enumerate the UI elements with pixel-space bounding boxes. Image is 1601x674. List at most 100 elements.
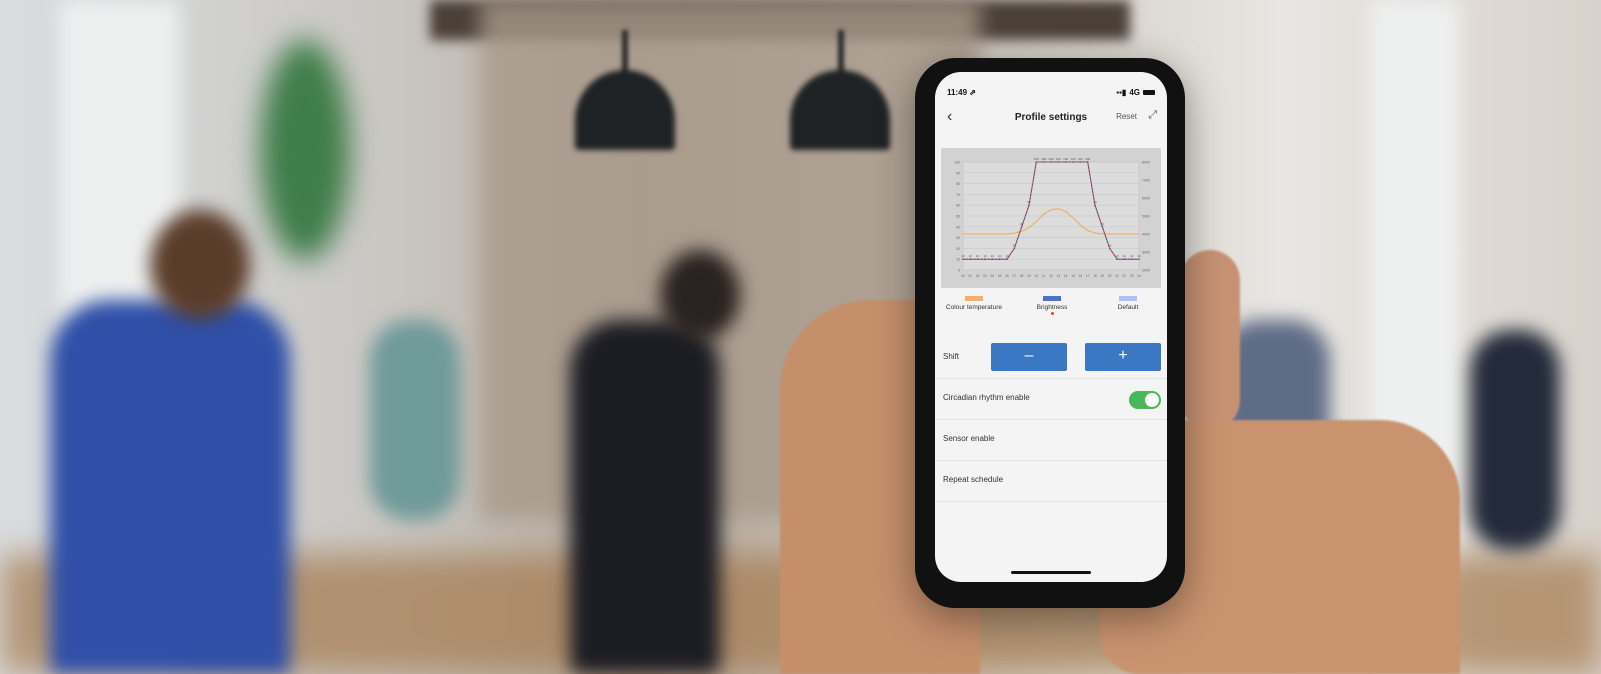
y-tick-label: 30 bbox=[956, 236, 960, 240]
x-tick-label: 07 bbox=[1013, 274, 1017, 278]
person-background bbox=[1470, 330, 1560, 550]
x-tick-label: 23 bbox=[1130, 274, 1134, 278]
x-tick-label: 18 bbox=[1093, 274, 1097, 278]
x-tick-label: 06 bbox=[1005, 274, 1009, 278]
x-tick-label: 21 bbox=[1115, 274, 1119, 278]
y-tick-label: 100 bbox=[954, 161, 960, 165]
x-tick-label: 01 bbox=[969, 274, 973, 278]
x-tick-label: 16 bbox=[1079, 274, 1083, 278]
data-label: 100 bbox=[1063, 157, 1068, 161]
x-tick-label: 13 bbox=[1057, 274, 1061, 278]
legend-label: Colour temperature bbox=[946, 304, 1002, 311]
status-bar: 11:49 ⇗ ▪▪▮ 4G bbox=[935, 72, 1167, 102]
profile-chart[interactable]: 0 10 20 30 40 50 60 70 80 90 100 2000 3000 4000 5000 60… bbox=[941, 148, 1161, 288]
x-tick-label: 19 bbox=[1101, 274, 1105, 278]
expand-icon[interactable]: ⤢ bbox=[1148, 109, 1157, 122]
finger bbox=[1180, 250, 1240, 430]
person-head bbox=[660, 250, 740, 340]
x-tick-label: 00 bbox=[961, 274, 965, 278]
data-label: 10 bbox=[1130, 254, 1134, 258]
data-label: 60 bbox=[1093, 200, 1097, 204]
x-tick-label: 02 bbox=[976, 274, 980, 278]
legend-label: Brightness bbox=[1036, 304, 1068, 311]
person-teal bbox=[370, 320, 460, 520]
data-label: 100 bbox=[1048, 157, 1053, 161]
legend-swatch bbox=[965, 296, 983, 301]
chart-legend: Colour temperature Brightness Default bbox=[935, 294, 1167, 324]
x-tick-label: 14 bbox=[1064, 274, 1068, 278]
data-label: 100 bbox=[1078, 157, 1083, 161]
y2-tick-label: 6000 bbox=[1142, 197, 1150, 201]
data-label: 10 bbox=[969, 254, 973, 258]
person-blue-shirt bbox=[50, 300, 290, 674]
plant bbox=[260, 40, 350, 260]
data-label: 100 bbox=[1056, 157, 1061, 161]
status-indicators: ▪▪▮ 4G bbox=[1116, 88, 1155, 97]
legend-colour-temperature[interactable]: Colour temperature bbox=[939, 294, 1009, 311]
toggle-knob bbox=[1145, 393, 1159, 407]
shift-plus-button[interactable]: + bbox=[1085, 343, 1161, 371]
x-tick-label: 12 bbox=[1049, 274, 1053, 278]
smartphone: 11:49 ⇗ ▪▪▮ 4G ‹ Profile settings Reset … bbox=[915, 58, 1185, 608]
data-label: 10 bbox=[991, 254, 995, 258]
background-scene bbox=[0, 0, 1601, 674]
person-head bbox=[150, 210, 250, 320]
y2-tick-label: 2000 bbox=[1142, 269, 1150, 273]
y-tick-label: 80 bbox=[956, 182, 960, 186]
legend-label: Default bbox=[1117, 304, 1139, 311]
battery-icon bbox=[1143, 90, 1155, 95]
data-label: 100 bbox=[1070, 157, 1075, 161]
x-tick-label: 09 bbox=[1027, 274, 1031, 278]
x-tick-label: 24 bbox=[1137, 274, 1141, 278]
network-label: 4G bbox=[1129, 88, 1140, 97]
data-label: 10 bbox=[998, 254, 1002, 258]
data-label: 10 bbox=[1137, 254, 1141, 258]
repeat-label: Repeat schedule bbox=[943, 475, 1004, 484]
nav-bar: ‹ Profile settings Reset ⤢ bbox=[935, 106, 1167, 130]
y-tick-label: 60 bbox=[956, 204, 960, 208]
x-tick-label: 11 bbox=[1042, 274, 1046, 278]
y-tick-label: 40 bbox=[956, 225, 960, 229]
legend-brightness[interactable]: Brightness bbox=[1017, 294, 1087, 315]
circadian-label: Circadian rhythm enable bbox=[943, 393, 1030, 402]
y2-tick-label: 4000 bbox=[1142, 233, 1150, 237]
x-tick-label: 05 bbox=[998, 274, 1002, 278]
legend-swatch bbox=[1119, 296, 1137, 301]
y-tick-label: 70 bbox=[956, 193, 960, 197]
y2-tick-label: 7000 bbox=[1142, 179, 1150, 183]
home-indicator bbox=[1011, 571, 1091, 574]
signal-icon: ▪▪▮ bbox=[1116, 88, 1127, 97]
y-tick-label: 50 bbox=[956, 215, 960, 219]
x-tick-label: 03 bbox=[983, 274, 987, 278]
y2-tick-label: 8000 bbox=[1142, 161, 1150, 165]
sensor-label: Sensor enable bbox=[943, 434, 995, 443]
repeat-row[interactable]: Repeat schedule bbox=[935, 461, 1167, 502]
y-tick-label: 0 bbox=[958, 269, 960, 273]
data-label: 100 bbox=[1041, 157, 1046, 161]
x-tick-label: 15 bbox=[1071, 274, 1075, 278]
circadian-row: Circadian rhythm enable bbox=[935, 379, 1167, 420]
data-label: 10 bbox=[961, 254, 965, 258]
sensor-row[interactable]: Sensor enable bbox=[935, 420, 1167, 461]
legend-default[interactable]: Default bbox=[1093, 294, 1163, 311]
data-label: 100 bbox=[1034, 157, 1039, 161]
x-tick-label: 08 bbox=[1020, 274, 1024, 278]
phone-screen: 11:49 ⇗ ▪▪▮ 4G ‹ Profile settings Reset … bbox=[935, 72, 1167, 582]
shift-label: Shift bbox=[943, 352, 960, 361]
data-label: 10 bbox=[1123, 254, 1127, 258]
y2-tick-label: 5000 bbox=[1142, 215, 1150, 219]
data-label: 100 bbox=[1085, 157, 1090, 161]
circadian-toggle[interactable] bbox=[1129, 391, 1161, 409]
selected-dot-icon bbox=[1050, 312, 1054, 315]
y2-tick-label: 3000 bbox=[1142, 251, 1150, 255]
legend-swatch bbox=[1043, 296, 1061, 301]
reset-button[interactable]: Reset bbox=[1116, 112, 1137, 121]
x-tick-label: 17 bbox=[1086, 274, 1090, 278]
x-tick-label: 20 bbox=[1108, 274, 1112, 278]
shift-row: Shift – + bbox=[935, 338, 1167, 379]
data-label: 10 bbox=[983, 254, 987, 258]
x-tick-label: 10 bbox=[1035, 274, 1039, 278]
x-tick-label: 04 bbox=[991, 274, 995, 278]
shift-minus-button[interactable]: – bbox=[991, 343, 1067, 371]
x-tick-label: 22 bbox=[1123, 274, 1127, 278]
